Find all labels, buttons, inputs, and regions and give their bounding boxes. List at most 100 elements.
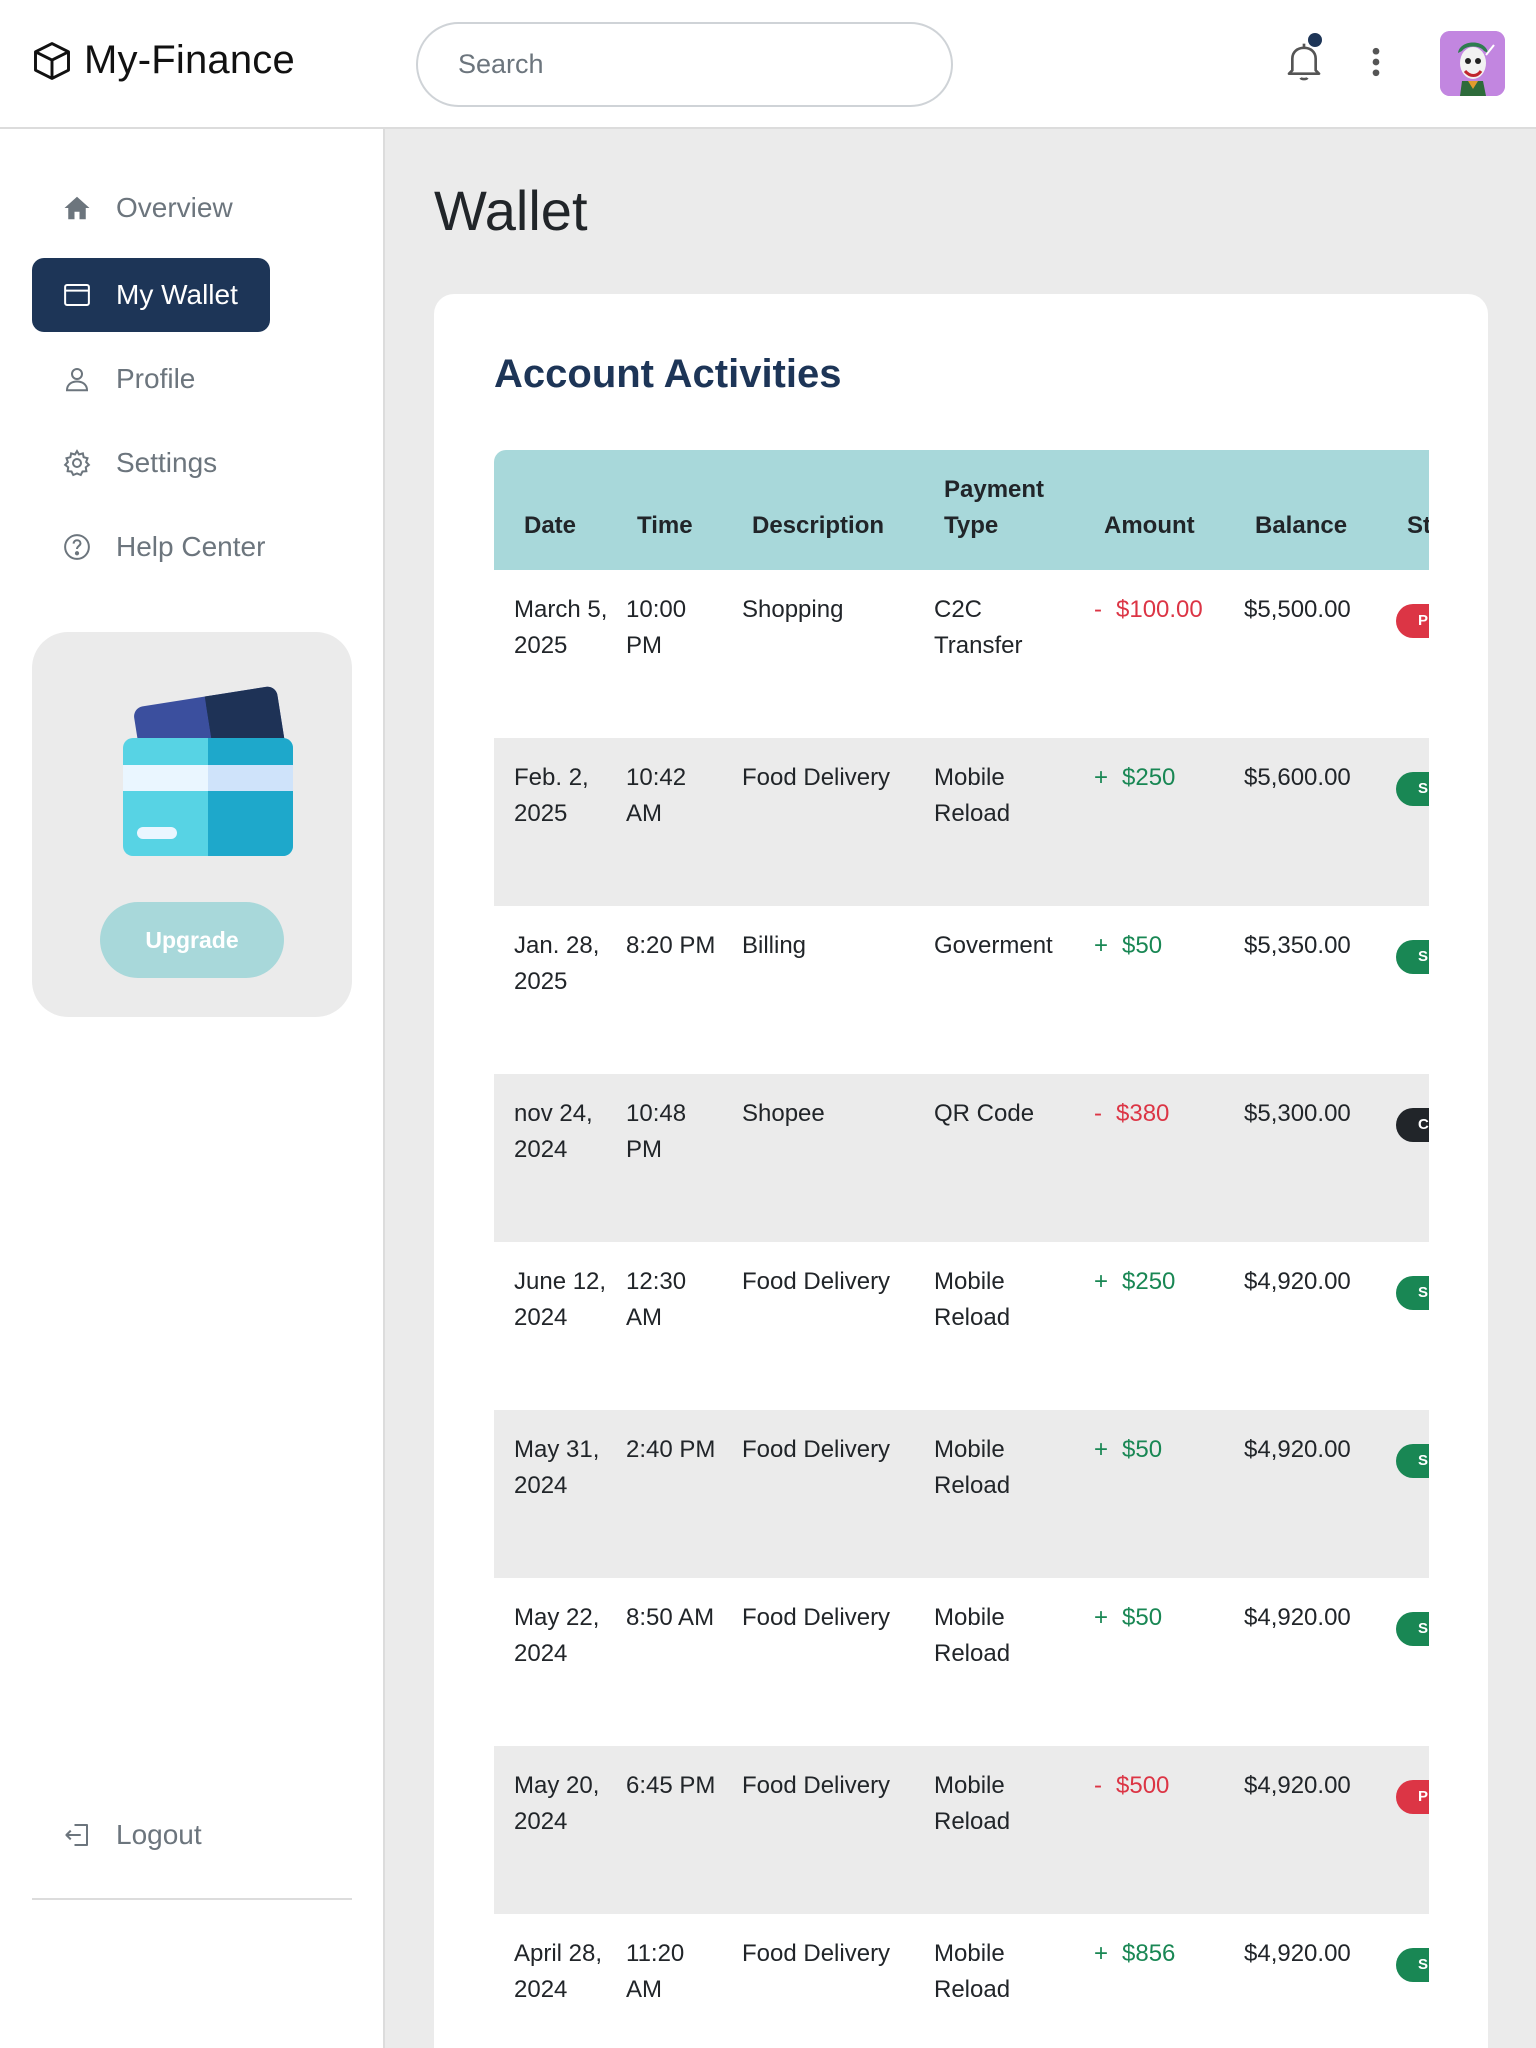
- amount-sign: +: [1094, 764, 1109, 791]
- amount-sign: -: [1094, 1100, 1102, 1127]
- home-icon: [64, 196, 90, 220]
- cell-description: Shopping: [742, 596, 844, 623]
- table-row[interactable]: nov 24, 2024 10:48 PM Shopee QR Code - $380 $5…: [494, 1074, 1429, 1242]
- cell-time: 12:30 AM: [626, 1268, 687, 1331]
- status-badge: S: [1396, 772, 1429, 806]
- cell-date: Jan. 28, 2025: [514, 932, 600, 995]
- cell-balance: $5,600.00: [1244, 764, 1351, 791]
- cell-balance: $4,920.00: [1244, 1604, 1351, 1631]
- status-badge: S: [1396, 940, 1429, 974]
- notification-dot: [1308, 33, 1322, 47]
- logout-button[interactable]: Logout: [32, 1798, 270, 1872]
- cell-amount: + $250: [1094, 760, 1175, 796]
- brand-logo[interactable]: My-Finance: [30, 38, 295, 83]
- more-options-icon[interactable]: [1362, 44, 1390, 80]
- column-header-date[interactable]: Date: [524, 508, 576, 544]
- status-badge: P: [1396, 604, 1429, 638]
- sidebar: Overview My Wallet Profile Settings Help…: [0, 129, 385, 2048]
- status-badge: S: [1396, 1276, 1429, 1310]
- cell-description: Food Delivery: [742, 1604, 891, 1631]
- table-row[interactable]: May 20, 2024 6:45 PM Food Delivery Mobile R…: [494, 1746, 1429, 1914]
- cell-amount: + $50: [1094, 928, 1162, 964]
- gear-icon: [63, 449, 91, 477]
- app-name: My-Finance: [84, 38, 295, 82]
- logout-label: Logout: [116, 1819, 202, 1850]
- cell-payment-type: C2C Transfer: [934, 596, 1023, 659]
- cell-amount: + $856: [1094, 1936, 1175, 1972]
- amount-value: $250: [1122, 1268, 1176, 1295]
- cell-amount: - $500: [1094, 1768, 1169, 1804]
- table-row[interactable]: Jan. 28, 2025 8:20 PM Billing Goverment + $50…: [494, 906, 1429, 1074]
- status-badge: S: [1396, 1612, 1429, 1646]
- cell-date: March 5, 2025: [514, 596, 608, 659]
- cell-amount: + $250: [1094, 1264, 1175, 1300]
- bell-icon[interactable]: [1284, 40, 1324, 84]
- cell-time: 10:00 PM: [626, 596, 687, 659]
- amount-value: $100.00: [1116, 596, 1203, 623]
- cell-payment-type: Mobile Reload: [934, 1940, 1011, 2003]
- table-header: Date Time Description Payment Type Amoun…: [494, 450, 1429, 570]
- cell-time: 11:20 AM: [626, 1940, 685, 2003]
- sidebar-item-help-center[interactable]: Help Center: [32, 510, 270, 584]
- cell-time: 2:40 PM: [626, 1436, 716, 1463]
- cell-time: 8:20 PM: [626, 932, 716, 959]
- column-header-payment-type[interactable]: Payment Type: [944, 472, 1054, 544]
- cell-balance: $4,920.00: [1244, 1268, 1351, 1295]
- cell-date: May 31, 2024: [514, 1436, 600, 1499]
- search-input[interactable]: [416, 22, 953, 107]
- status-badge: C: [1396, 1108, 1429, 1142]
- amount-value: $250: [1122, 764, 1176, 791]
- sidebar-item-profile[interactable]: Profile: [32, 342, 270, 416]
- table-row[interactable]: March 5, 2025 10:00 PM Shopping C2C Transfe…: [494, 570, 1429, 738]
- cell-date: April 28, 2024: [514, 1940, 603, 2003]
- cell-time: 6:45 PM: [626, 1772, 716, 1799]
- user-avatar[interactable]: [1440, 31, 1505, 96]
- cell-balance: $5,500.00: [1244, 596, 1351, 623]
- cell-date: May 22, 2024: [514, 1604, 600, 1667]
- user-icon: [65, 368, 89, 392]
- cell-balance: $5,300.00: [1244, 1100, 1351, 1127]
- table-row[interactable]: May 22, 2024 8:50 AM Food Delivery Mobile R…: [494, 1578, 1429, 1746]
- amount-value: $50: [1122, 932, 1163, 959]
- amount-sign: +: [1094, 1268, 1109, 1295]
- sidebar-item-overview[interactable]: Overview: [32, 171, 270, 245]
- amount-sign: -: [1094, 596, 1102, 623]
- table-row[interactable]: May 31, 2024 2:40 PM Food Delivery Mobile R…: [494, 1410, 1429, 1578]
- activities-table[interactable]: Date Time Description Payment Type Amoun…: [494, 450, 1429, 2048]
- amount-sign: +: [1094, 1604, 1109, 1631]
- amount-value: $50: [1122, 1604, 1163, 1631]
- upgrade-promo-card: Upgrade: [32, 632, 352, 1017]
- table-row[interactable]: June 12, 2024 12:30 AM Food Delivery Mobile…: [494, 1242, 1429, 1410]
- upgrade-button[interactable]: Upgrade: [100, 902, 284, 978]
- amount-sign: +: [1094, 932, 1109, 959]
- sidebar-item-my-wallet[interactable]: My Wallet: [32, 258, 270, 332]
- cell-payment-type: Mobile Reload: [934, 1772, 1011, 1835]
- sidebar-item-settings[interactable]: Settings: [32, 426, 270, 500]
- status-badge: S: [1396, 1444, 1429, 1478]
- page-title: Wallet: [434, 179, 588, 242]
- cell-date: May 20, 2024: [514, 1772, 600, 1835]
- cell-description: Billing: [742, 932, 807, 959]
- cell-amount: - $380: [1094, 1096, 1169, 1132]
- column-header-time[interactable]: Time: [637, 508, 693, 544]
- column-header-description[interactable]: Description: [752, 508, 884, 544]
- column-header-amount[interactable]: Amount: [1104, 508, 1195, 544]
- cell-description: Food Delivery: [742, 1436, 891, 1463]
- cell-amount: + $50: [1094, 1432, 1162, 1468]
- cell-description: Food Delivery: [742, 1940, 891, 1967]
- cell-amount: + $50: [1094, 1600, 1162, 1636]
- sidebar-item-label: Overview: [116, 192, 233, 223]
- account-activities-card: Account Activities Date Time Description…: [434, 294, 1488, 2048]
- table-row[interactable]: Feb. 2, 2025 10:42 AM Food Delivery Mobile …: [494, 738, 1429, 906]
- cell-description: Shopee: [742, 1100, 825, 1127]
- status-badge: P: [1396, 1780, 1429, 1814]
- column-header-balance[interactable]: Balance: [1255, 508, 1347, 544]
- table-row[interactable]: April 28, 2024 11:20 AM Food Delivery Mobil…: [494, 1914, 1429, 2048]
- cell-balance: $4,920.00: [1244, 1940, 1351, 1967]
- amount-value: $500: [1116, 1772, 1170, 1799]
- cell-time: 10:48 PM: [626, 1100, 687, 1163]
- cell-payment-type: Goverment: [934, 932, 1053, 959]
- column-header-status[interactable]: St: [1407, 508, 1429, 544]
- cell-date: June 12, 2024: [514, 1268, 607, 1331]
- sidebar-divider: [32, 1898, 352, 1900]
